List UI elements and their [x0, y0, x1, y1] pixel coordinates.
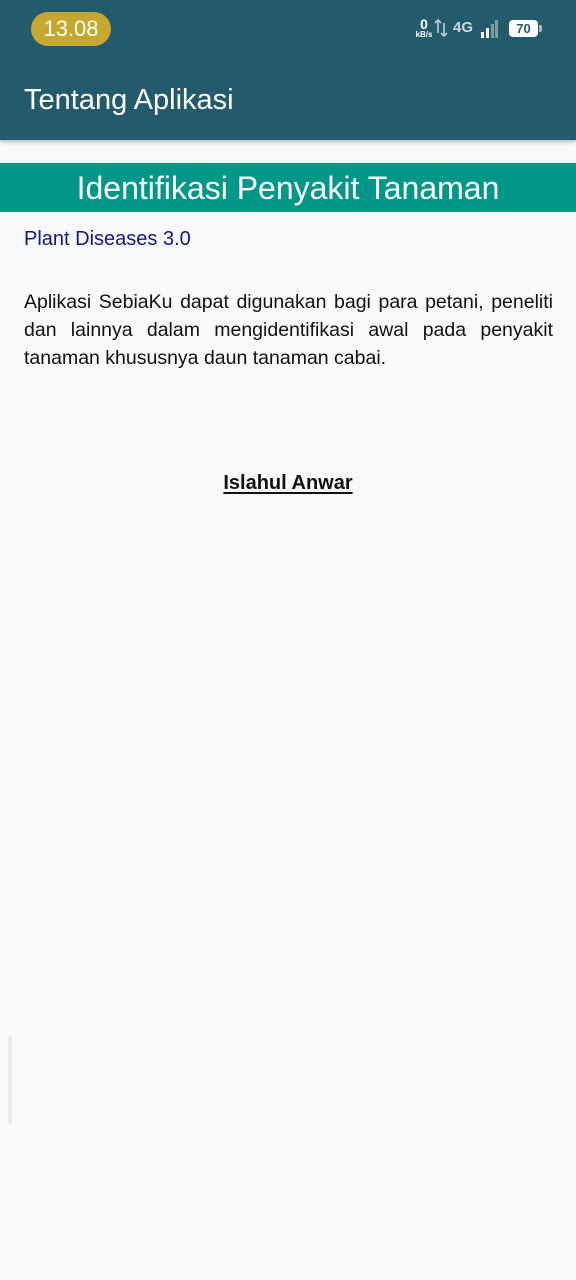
app-bar: 13.08 0 kB/s 4G 70 Tentang Aplikasi — [0, 0, 576, 140]
network-type-label: 4G — [453, 19, 474, 36]
app-version: Plant Diseases 3.0 — [24, 228, 191, 250]
author-name: Islahul Anwar — [223, 472, 353, 494]
battery-icon: 70 — [509, 20, 543, 37]
network-speed-indicator: 0 kB/s — [412, 17, 436, 39]
signal-strength-icon — [481, 20, 498, 38]
status-bar: 13.08 0 kB/s 4G 70 — [0, 0, 576, 58]
app-bar-title: Tentang Aplikasi — [24, 84, 234, 116]
app-description: Aplikasi SebiaKu dapat digunakan bagi pa… — [24, 291, 553, 369]
status-time: 13.08 — [31, 12, 111, 46]
banner-title: Identifikasi Penyakit Tanaman — [0, 163, 576, 212]
network-speed-value: 0 — [420, 16, 428, 32]
battery-cap — [539, 25, 542, 32]
battery-level: 70 — [509, 20, 538, 37]
data-transfer-icon — [434, 18, 448, 38]
scroll-indicator — [8, 1036, 12, 1124]
author-credit: Islahul Anwar — [0, 470, 576, 496]
network-speed-unit: kB/s — [415, 30, 433, 39]
